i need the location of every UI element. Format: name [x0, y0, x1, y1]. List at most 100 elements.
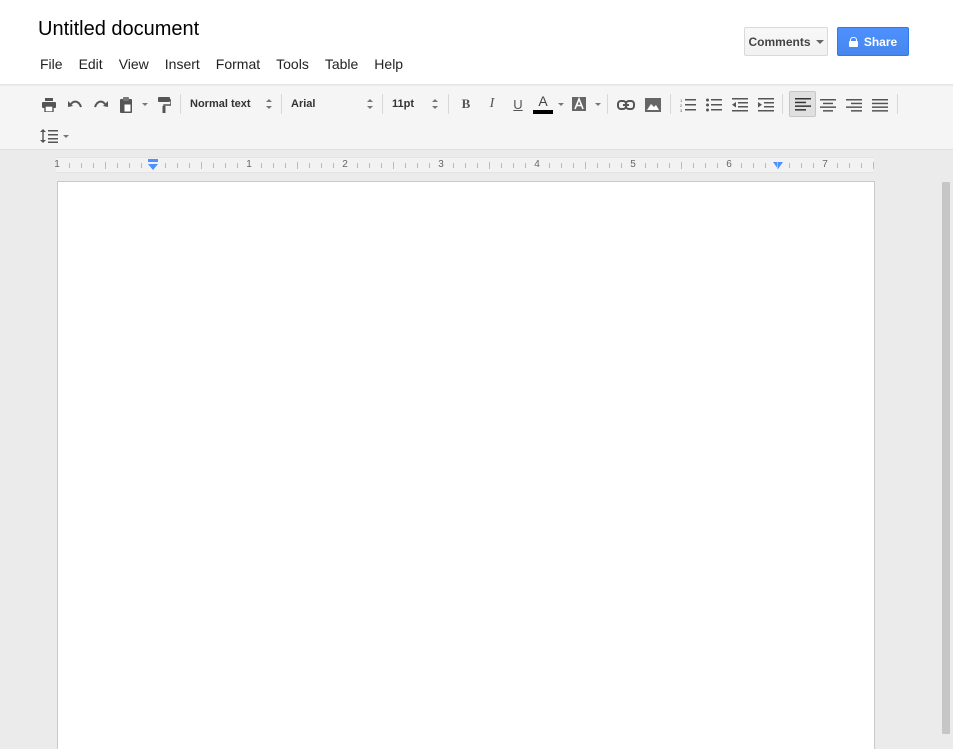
toolbar-divider — [670, 94, 671, 114]
paragraph-style-dropdown[interactable]: Normal text — [190, 93, 276, 115]
clipboard-icon — [120, 97, 132, 113]
ruler-tick — [861, 163, 862, 168]
ruler-tick — [561, 163, 562, 168]
ruler-tick — [285, 163, 286, 168]
align-center-button[interactable] — [817, 94, 839, 116]
share-button[interactable]: Share — [837, 27, 909, 56]
highlight-color-button[interactable] — [569, 93, 589, 115]
ruler-tick — [297, 162, 298, 169]
text-color-button[interactable]: A — [532, 92, 554, 116]
ruler-tick — [405, 163, 406, 168]
ruler-tick — [777, 162, 778, 169]
paint-format-button[interactable] — [154, 94, 174, 116]
menu-tools[interactable]: Tools — [268, 54, 317, 74]
comments-button-label: Comments — [748, 34, 811, 49]
bulleted-list-button[interactable] — [703, 94, 725, 116]
right-indent-marker[interactable] — [773, 162, 783, 170]
printer-icon — [42, 98, 56, 112]
horizontal-ruler[interactable]: 1 1 2 3 4 5 6 7 — [54, 157, 874, 173]
menu-view[interactable]: View — [111, 54, 157, 74]
ruler-tick — [849, 163, 850, 168]
first-line-indent-marker[interactable] — [148, 159, 158, 171]
text-color-dropdown-icon[interactable] — [558, 103, 564, 106]
underline-button[interactable]: U — [508, 93, 528, 115]
ruler-tick — [621, 163, 622, 168]
text-color-swatch — [533, 110, 553, 114]
align-right-button[interactable] — [843, 94, 865, 116]
ruler-tick — [525, 163, 526, 168]
vertical-scrollbar-thumb[interactable] — [942, 182, 950, 734]
ruler-tick — [237, 163, 238, 168]
menu-insert[interactable]: Insert — [157, 54, 208, 74]
text-color-icon: A — [538, 93, 548, 109]
font-family-dropdown[interactable]: Arial — [291, 93, 376, 115]
ruler-tick — [357, 163, 358, 168]
undo-button[interactable] — [65, 94, 85, 116]
menu-edit[interactable]: Edit — [71, 54, 111, 74]
svg-text:3: 3 — [680, 108, 683, 112]
ruler-tick — [321, 163, 322, 168]
decrease-indent-button[interactable] — [729, 94, 751, 116]
ruler-tick — [489, 162, 490, 169]
updown-arrows-icon — [266, 99, 272, 109]
ruler-tick — [645, 163, 646, 168]
line-spacing-dropdown-icon[interactable] — [63, 135, 69, 138]
share-button-label: Share — [863, 34, 898, 49]
menu-help[interactable]: Help — [366, 54, 411, 74]
ruler-tick — [753, 163, 754, 168]
ruler-tick — [873, 162, 874, 169]
ruler-tick — [717, 163, 718, 168]
paste-button[interactable] — [116, 94, 136, 116]
ruler-label: 1 — [54, 159, 60, 170]
increase-indent-icon — [758, 98, 774, 112]
menu-table[interactable]: Table — [317, 54, 366, 74]
ruler-tick — [789, 163, 790, 168]
font-size-dropdown[interactable]: 11pt — [392, 93, 440, 115]
numbered-list-button[interactable]: 123 — [677, 94, 699, 116]
line-spacing-icon — [40, 129, 58, 143]
ruler-tick — [93, 163, 94, 168]
insert-image-button[interactable] — [642, 94, 664, 116]
document-title[interactable]: Untitled document — [38, 18, 199, 41]
ruler-tick — [165, 163, 166, 168]
bold-button[interactable]: B — [456, 93, 476, 115]
bulleted-list-icon — [706, 98, 722, 112]
ruler-tick — [129, 163, 130, 168]
line-spacing-button[interactable] — [38, 125, 60, 147]
print-button[interactable] — [39, 94, 59, 116]
increase-indent-button[interactable] — [755, 94, 777, 116]
paragraph-style-value: Normal text — [190, 98, 251, 110]
ruler-tick — [801, 163, 802, 168]
align-left-button[interactable] — [789, 91, 816, 117]
paste-dropdown-icon[interactable] — [142, 103, 148, 106]
align-justify-button[interactable] — [869, 94, 891, 116]
highlight-icon — [572, 97, 586, 111]
ruler-tick — [513, 163, 514, 168]
document-page[interactable] — [57, 181, 875, 749]
comments-button[interactable]: Comments — [744, 27, 828, 56]
ruler-tick — [477, 163, 478, 168]
menu-file[interactable]: File — [32, 54, 71, 74]
ruler-tick — [177, 163, 178, 168]
ruler-label: 7 — [822, 159, 828, 170]
ruler-tick — [381, 163, 382, 168]
lock-icon — [848, 36, 858, 47]
insert-link-button[interactable] — [615, 94, 637, 116]
menu-format[interactable]: Format — [208, 54, 268, 74]
ruler-label: 6 — [726, 159, 732, 170]
ruler-tick — [105, 162, 106, 169]
ruler-tick — [813, 163, 814, 168]
ruler-tick — [81, 163, 82, 168]
ruler-tick — [597, 163, 598, 168]
italic-button[interactable]: I — [482, 93, 502, 115]
ruler-tick — [453, 163, 454, 168]
updown-arrows-icon — [432, 99, 438, 109]
ruler-tick — [141, 163, 142, 168]
ruler-label: 5 — [630, 159, 636, 170]
ruler-tick — [693, 163, 694, 168]
highlight-dropdown-icon[interactable] — [595, 103, 601, 106]
align-right-icon — [846, 98, 862, 112]
redo-button[interactable] — [91, 94, 111, 116]
chevron-down-icon — [815, 39, 824, 44]
bold-icon: B — [461, 96, 471, 111]
